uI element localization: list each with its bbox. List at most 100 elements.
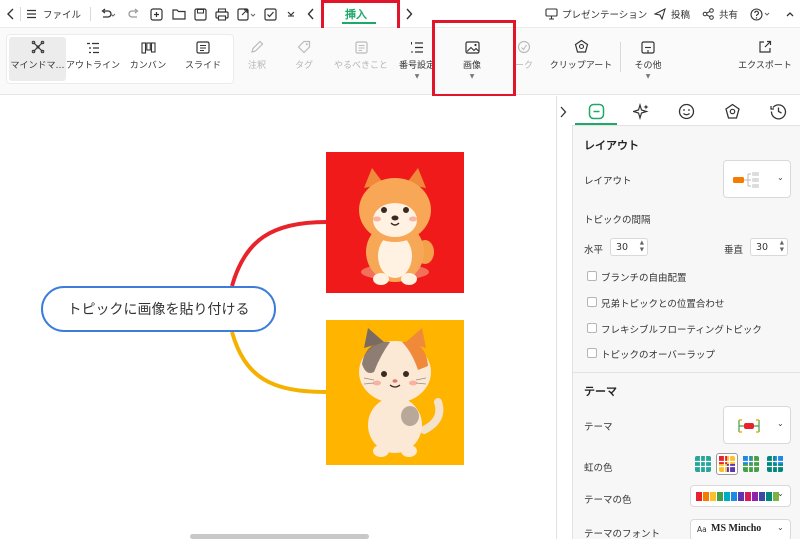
theme-color-select[interactable]: ⌄ (690, 485, 791, 507)
rainbow-option-2-selected[interactable] (716, 453, 738, 475)
sticker-icon (678, 103, 694, 119)
panel-tab-history[interactable] (758, 96, 798, 126)
shiba-dog-illustration (359, 168, 434, 285)
theme-font-select[interactable]: Aa MS Mincho ⌄ (690, 519, 791, 539)
topic-overlap-label: トピックのオーバーラップ (601, 350, 715, 361)
rainbow-option-1[interactable] (694, 455, 712, 476)
theme-color-label: テーマの色 (584, 495, 632, 506)
palette-swatch (745, 492, 751, 501)
horizontal-spacing-label: 水平 (584, 245, 604, 256)
palette-swatch (738, 492, 744, 501)
horizontal-spacing-input[interactable]: 30 ▲ ▼ (610, 238, 648, 256)
divider (620, 42, 621, 72)
panel-collapse-strip (556, 96, 572, 539)
export-button[interactable]: エクスポート (734, 28, 796, 90)
palette-swatch (724, 492, 730, 501)
palette-swatch (703, 492, 709, 501)
vertical-spacing-value: 30 (756, 241, 769, 253)
clipart-label: クリップアート (549, 61, 613, 71)
topic-overlap-checkbox[interactable] (587, 348, 597, 358)
calico-cat-image[interactable] (326, 320, 464, 465)
send-icon (654, 8, 666, 20)
palette-swatch (717, 492, 723, 501)
topic-spacing-label: トピックの間隔 (584, 215, 651, 226)
rainbow-option-4[interactable] (766, 455, 784, 476)
question-circle-icon (750, 7, 770, 21)
post-button[interactable]: 投稿 (654, 0, 690, 28)
branch-line-upper (230, 220, 327, 287)
align-siblings-label: 兄弟トピックとの位置合わせ (601, 299, 725, 310)
panel-tab-sticker[interactable] (666, 96, 706, 126)
clock-icon (769, 103, 786, 119)
help-button[interactable] (750, 0, 772, 28)
palette-swatch (710, 492, 716, 501)
palette-swatch (766, 492, 772, 501)
presentation-label: プレゼンテーション (562, 10, 648, 21)
theme-font-value: MS Mincho (711, 523, 762, 534)
panel-toggle-icon[interactable] (559, 106, 567, 121)
rainbow-option-3[interactable] (742, 455, 760, 476)
post-label: 投稿 (671, 10, 691, 21)
palette-swatch (696, 492, 702, 501)
more-insert-button[interactable]: その他 ▼ (628, 28, 668, 90)
theme-section-title: テーマ (584, 385, 617, 398)
vertical-spacing-label: 垂直 (724, 245, 744, 256)
branch-line-lower (230, 331, 327, 394)
more-items-icon (641, 41, 655, 54)
panel-tab-active-underline (575, 123, 617, 125)
panel-tab-layout[interactable] (576, 96, 616, 126)
horizontal-spinner-icon[interactable]: ▲ ▼ (640, 240, 644, 254)
sparkle-icon (632, 102, 649, 120)
more-insert-label: その他 (634, 61, 662, 71)
free-branch-checkbox[interactable] (587, 271, 597, 281)
horizontal-scrollbar[interactable] (190, 534, 369, 539)
branch-connectors (230, 220, 327, 394)
theme-select[interactable]: ⌄ (723, 406, 791, 444)
layout-label: レイアウト (584, 176, 632, 187)
theme-select-chevron-icon: ⌄ (777, 419, 784, 428)
color-palette-swatches (696, 492, 780, 501)
layout-select[interactable]: ⌄ (723, 160, 791, 198)
palette-swatch (731, 492, 737, 501)
calico-cat-illustration (359, 328, 444, 457)
export-label: エクスポート (738, 61, 792, 71)
rainbow-grid-icon (695, 456, 711, 472)
panel-tab-ai[interactable] (621, 96, 661, 126)
layout-select-chevron-icon: ⌄ (777, 173, 784, 182)
vertical-spacing-input[interactable]: 30 ▲ ▼ (750, 238, 788, 256)
theme-preview-icon (738, 419, 760, 433)
clipart-button[interactable]: クリップアート (548, 28, 614, 90)
central-topic[interactable]: トピックに画像を貼り付ける (41, 286, 276, 332)
share-label: 共有 (719, 10, 739, 21)
theme-font-label: テーマのフォント (584, 529, 661, 539)
rainbow-label: 虹の色 (584, 463, 613, 474)
section-divider (572, 372, 800, 373)
font-aa-icon: Aa (697, 525, 707, 534)
theme-label: テーマ (584, 422, 613, 433)
flexible-floating-label: フレキシブルフローティングトピック (601, 325, 762, 336)
free-branch-label: ブランチの自由配置 (601, 273, 687, 284)
vertical-spinner-icon[interactable]: ▲ ▼ (780, 240, 784, 254)
shiba-dog-image[interactable] (326, 152, 464, 293)
layout-section-title: レイアウト (584, 139, 639, 152)
flexible-floating-checkbox[interactable] (587, 323, 597, 333)
rainbow-grid-icon (743, 456, 759, 472)
export-icon (759, 40, 772, 53)
presentation-button[interactable]: プレゼンテーション (545, 0, 647, 28)
palette-swatch (752, 492, 758, 501)
align-siblings-checkbox[interactable] (587, 297, 597, 307)
theme-icon (724, 103, 740, 119)
central-topic-text: トピックに画像を貼り付ける (67, 302, 250, 318)
share-button[interactable]: 共有 (702, 0, 738, 28)
theme-color-chevron-icon: ⌄ (777, 489, 784, 498)
rainbow-grid-icon (719, 456, 735, 472)
palette-swatch (759, 492, 765, 501)
collapse-ribbon-icon[interactable] (785, 0, 795, 28)
rainbow-grid-icon (767, 456, 783, 472)
more-caret-icon: ▼ (645, 73, 651, 80)
layout-preview-icon (733, 172, 759, 188)
panel-tab-theme[interactable] (712, 96, 752, 126)
theme-font-chevron-icon: ⌄ (777, 523, 784, 532)
clipart-icon (574, 39, 588, 53)
horizontal-spacing-value: 30 (616, 241, 629, 253)
